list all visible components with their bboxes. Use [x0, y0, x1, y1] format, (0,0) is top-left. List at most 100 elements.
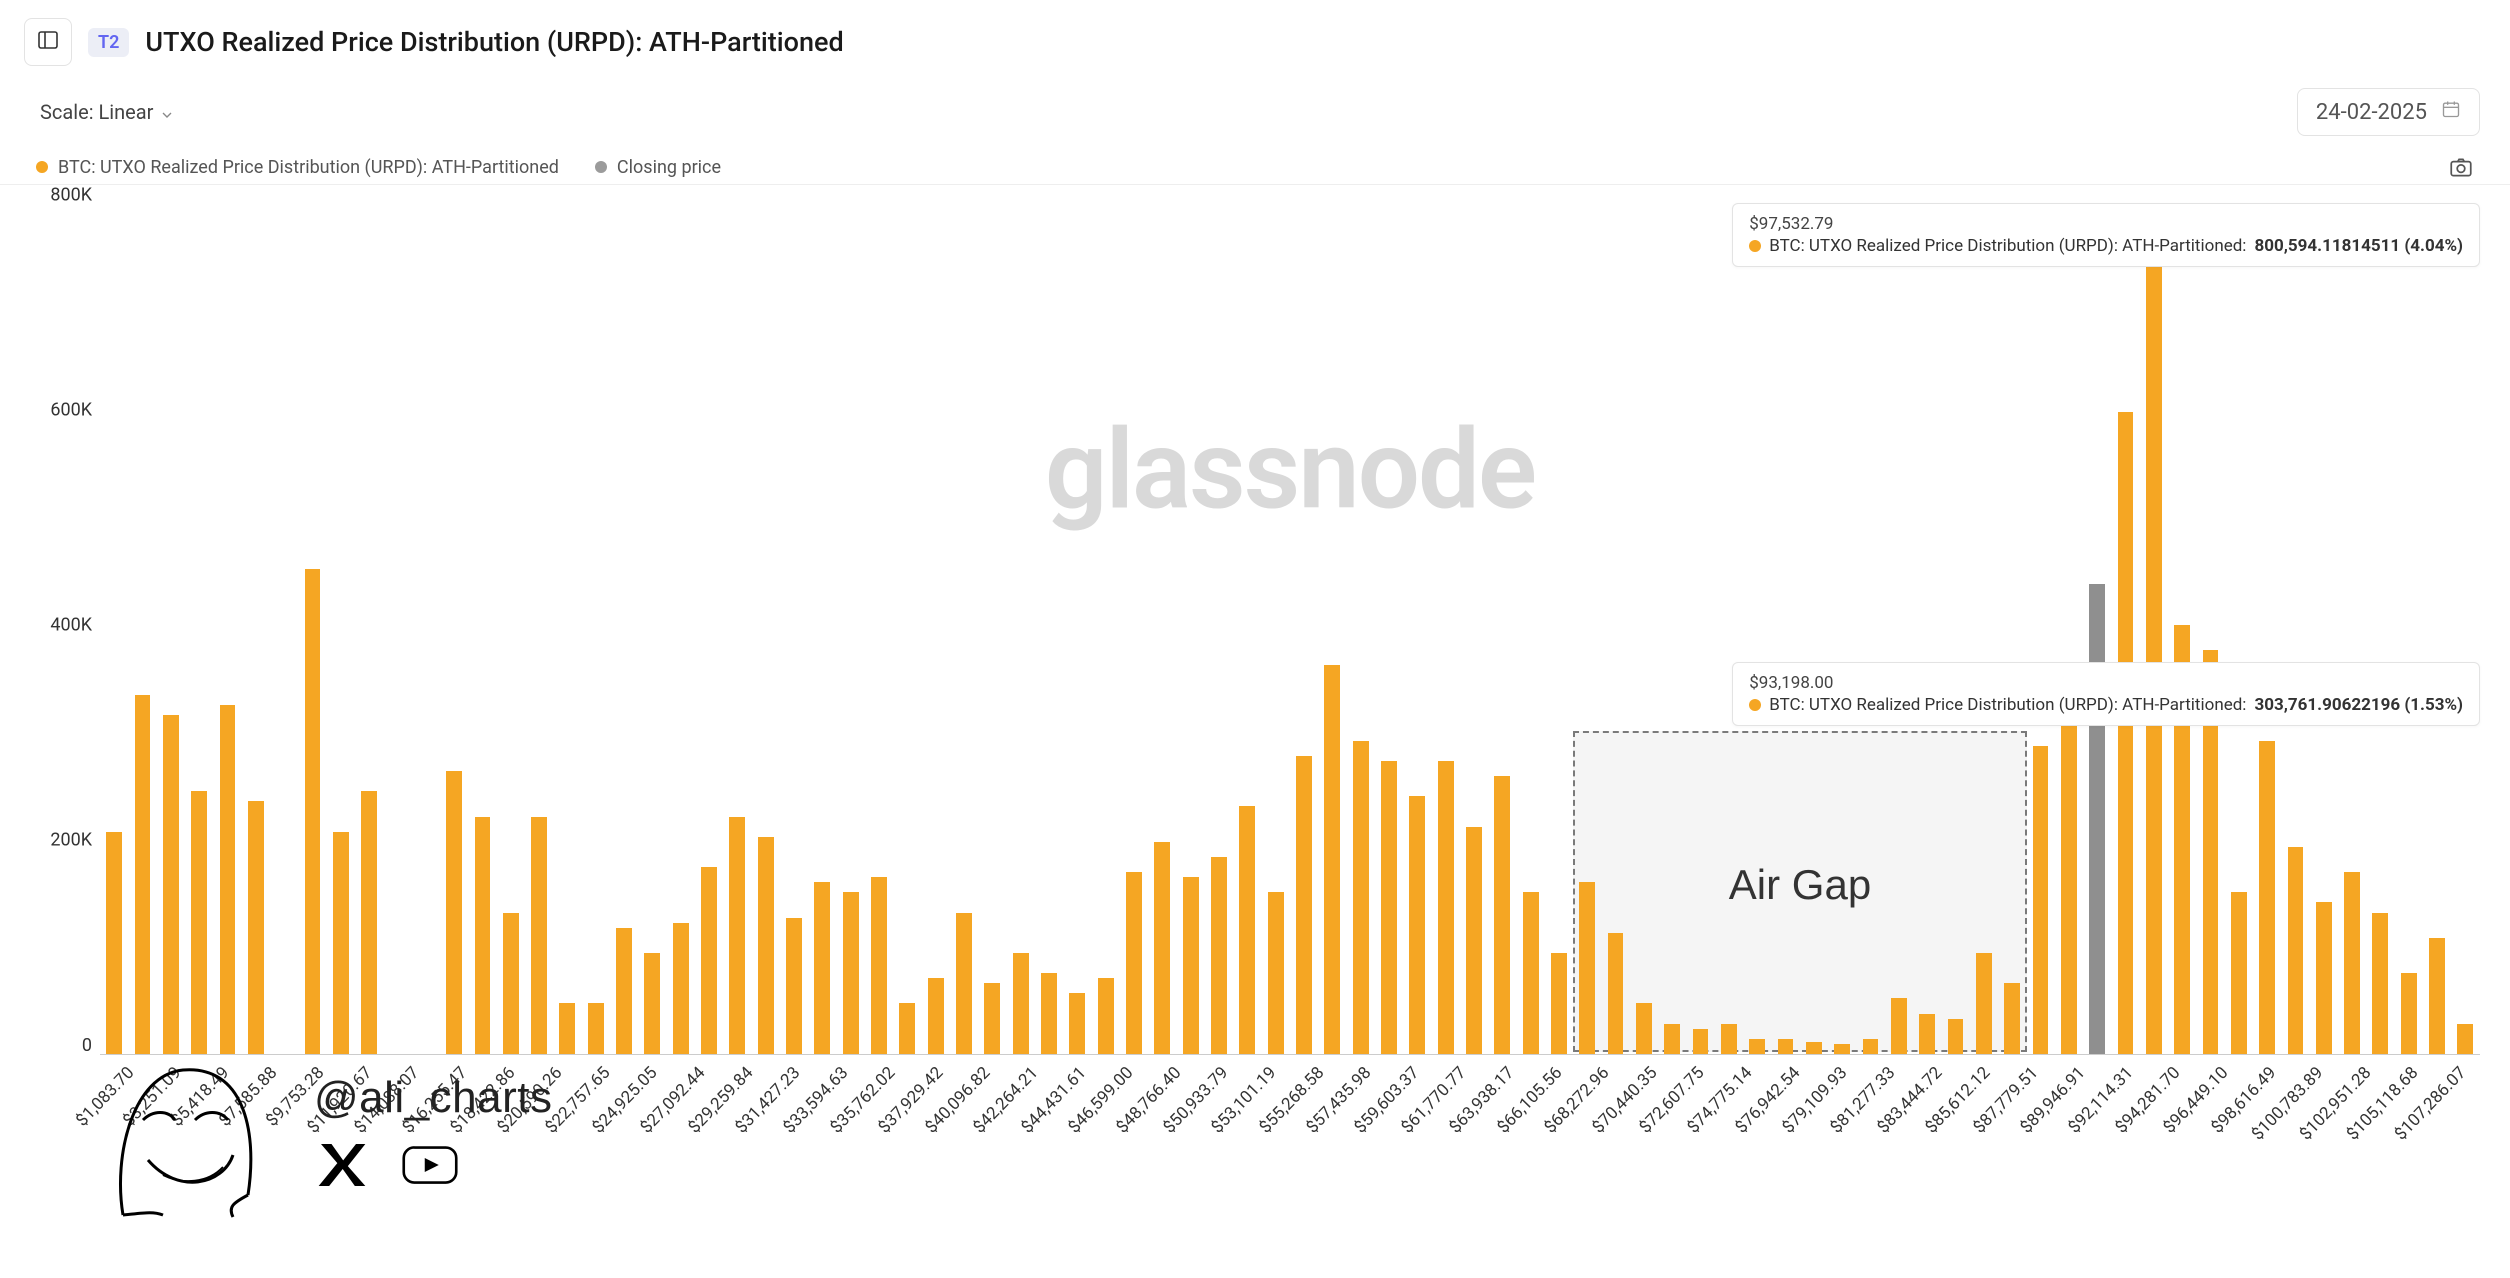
bar-cell[interactable]	[468, 195, 496, 1054]
legend-series-2[interactable]: Closing price	[595, 157, 721, 178]
bar-cell[interactable]	[1715, 195, 1743, 1054]
bar-cell[interactable]	[298, 195, 326, 1054]
bar-cell[interactable]	[978, 195, 1006, 1054]
bar-cell[interactable]	[1743, 195, 1771, 1054]
bar-cell[interactable]	[2055, 195, 2083, 1054]
bar-cell[interactable]	[1233, 195, 1261, 1054]
bar-cell[interactable]	[1771, 195, 1799, 1054]
bar-cell[interactable]	[638, 195, 666, 1054]
y-axis: 0 200K 400K 600K 800K	[30, 195, 100, 1055]
bar-cell[interactable]	[440, 195, 468, 1054]
scale-select[interactable]: Scale: Linear	[30, 94, 185, 130]
bar-cell[interactable]	[837, 195, 865, 1054]
bar-cell[interactable]	[1148, 195, 1176, 1054]
bar-cell[interactable]	[2026, 195, 2054, 1054]
bar-cell[interactable]	[1913, 195, 1941, 1054]
bar-cell[interactable]	[2310, 195, 2338, 1054]
bar-cell[interactable]	[497, 195, 525, 1054]
bar-cell[interactable]	[2140, 195, 2168, 1054]
bar-cell[interactable]	[695, 195, 723, 1054]
bar-cell[interactable]	[213, 195, 241, 1054]
sidebar-toggle-button[interactable]	[24, 18, 72, 66]
bar-cell[interactable]	[1431, 195, 1459, 1054]
bar-cell[interactable]	[412, 195, 440, 1054]
bar-cell[interactable]	[1828, 195, 1856, 1054]
bar-cell[interactable]	[1573, 195, 1601, 1054]
plot-area[interactable]: glassnode Air Gap $97,532.79 BTC: UTXO R…	[100, 195, 2480, 1055]
bar-cell[interactable]	[1120, 195, 1148, 1054]
bar-cell[interactable]	[185, 195, 213, 1054]
urpd-bar	[1579, 882, 1595, 1054]
bar-cell[interactable]	[2423, 195, 2451, 1054]
screenshot-button[interactable]	[2448, 154, 2474, 180]
bar-cell[interactable]	[1403, 195, 1431, 1054]
bar-cell[interactable]	[1176, 195, 1204, 1054]
bar-cell[interactable]	[667, 195, 695, 1054]
bar-cell[interactable]	[1601, 195, 1629, 1054]
urpd-bar	[559, 1003, 575, 1054]
bar-cell[interactable]	[1630, 195, 1658, 1054]
bar-cell[interactable]	[1346, 195, 1374, 1054]
urpd-bar	[2033, 746, 2049, 1054]
bar-cell[interactable]	[865, 195, 893, 1054]
bar-cell[interactable]	[1318, 195, 1346, 1054]
bar-cell[interactable]	[950, 195, 978, 1054]
bar-cell[interactable]	[1261, 195, 1289, 1054]
bar-cell[interactable]	[2281, 195, 2309, 1054]
bar-cell[interactable]	[922, 195, 950, 1054]
bar-cell[interactable]	[2083, 195, 2111, 1054]
bar-cell[interactable]	[1516, 195, 1544, 1054]
bar-cell[interactable]	[327, 195, 355, 1054]
bar-cell[interactable]	[1205, 195, 1233, 1054]
bar-cell[interactable]	[1290, 195, 1318, 1054]
bar-cell[interactable]	[242, 195, 270, 1054]
bar-cell[interactable]	[2451, 195, 2479, 1054]
bar-cell[interactable]	[1800, 195, 1828, 1054]
bar-cell[interactable]	[1091, 195, 1119, 1054]
bar-cell[interactable]	[1686, 195, 1714, 1054]
date-picker[interactable]: 24-02-2025	[2297, 88, 2480, 136]
bar-cell[interactable]	[1035, 195, 1063, 1054]
bar-cell[interactable]	[1007, 195, 1035, 1054]
bar-cell[interactable]	[1941, 195, 1969, 1054]
bar-cell[interactable]	[1856, 195, 1884, 1054]
bar-cell[interactable]	[2395, 195, 2423, 1054]
bar-cell[interactable]	[752, 195, 780, 1054]
urpd-bar	[1211, 857, 1227, 1054]
legend-series-1[interactable]: BTC: UTXO Realized Price Distribution (U…	[36, 157, 559, 178]
bar-cell[interactable]	[893, 195, 921, 1054]
bar-cell[interactable]	[1375, 195, 1403, 1054]
bar-cell[interactable]	[1970, 195, 1998, 1054]
bar-cell[interactable]	[355, 195, 383, 1054]
bar-cell[interactable]	[553, 195, 581, 1054]
bar-cell[interactable]	[1063, 195, 1091, 1054]
urpd-bar	[984, 983, 1000, 1054]
bar-cell[interactable]	[2168, 195, 2196, 1054]
bar-cell[interactable]	[2196, 195, 2224, 1054]
bar-cell[interactable]	[1545, 195, 1573, 1054]
bar-cell[interactable]	[2338, 195, 2366, 1054]
bar-cell[interactable]	[1658, 195, 1686, 1054]
bar-cell[interactable]	[1488, 195, 1516, 1054]
urpd-bar	[1069, 993, 1085, 1054]
bar-cell[interactable]	[1460, 195, 1488, 1054]
bar-cell[interactable]	[2225, 195, 2253, 1054]
bar-cell[interactable]	[100, 195, 128, 1054]
bar-cell[interactable]	[2366, 195, 2394, 1054]
bar-cell[interactable]	[723, 195, 751, 1054]
bar-cell[interactable]	[1885, 195, 1913, 1054]
bar-cell[interactable]	[610, 195, 638, 1054]
bar-cell[interactable]	[128, 195, 156, 1054]
chart: 0 200K 400K 600K 800K glassnode Air Gap …	[30, 195, 2480, 1235]
bar-cell[interactable]	[270, 195, 298, 1054]
bar-cell[interactable]	[525, 195, 553, 1054]
bar-cell[interactable]	[2253, 195, 2281, 1054]
bar-cell[interactable]	[582, 195, 610, 1054]
bar-cell[interactable]	[1998, 195, 2026, 1054]
bar-cell[interactable]	[808, 195, 836, 1054]
bar-cell[interactable]	[157, 195, 185, 1054]
bar-cell[interactable]	[780, 195, 808, 1054]
bar-cell[interactable]	[383, 195, 411, 1054]
tooltip-top: $97,532.79 BTC: UTXO Realized Price Dist…	[1732, 203, 2480, 267]
bar-cell[interactable]	[2111, 195, 2139, 1054]
